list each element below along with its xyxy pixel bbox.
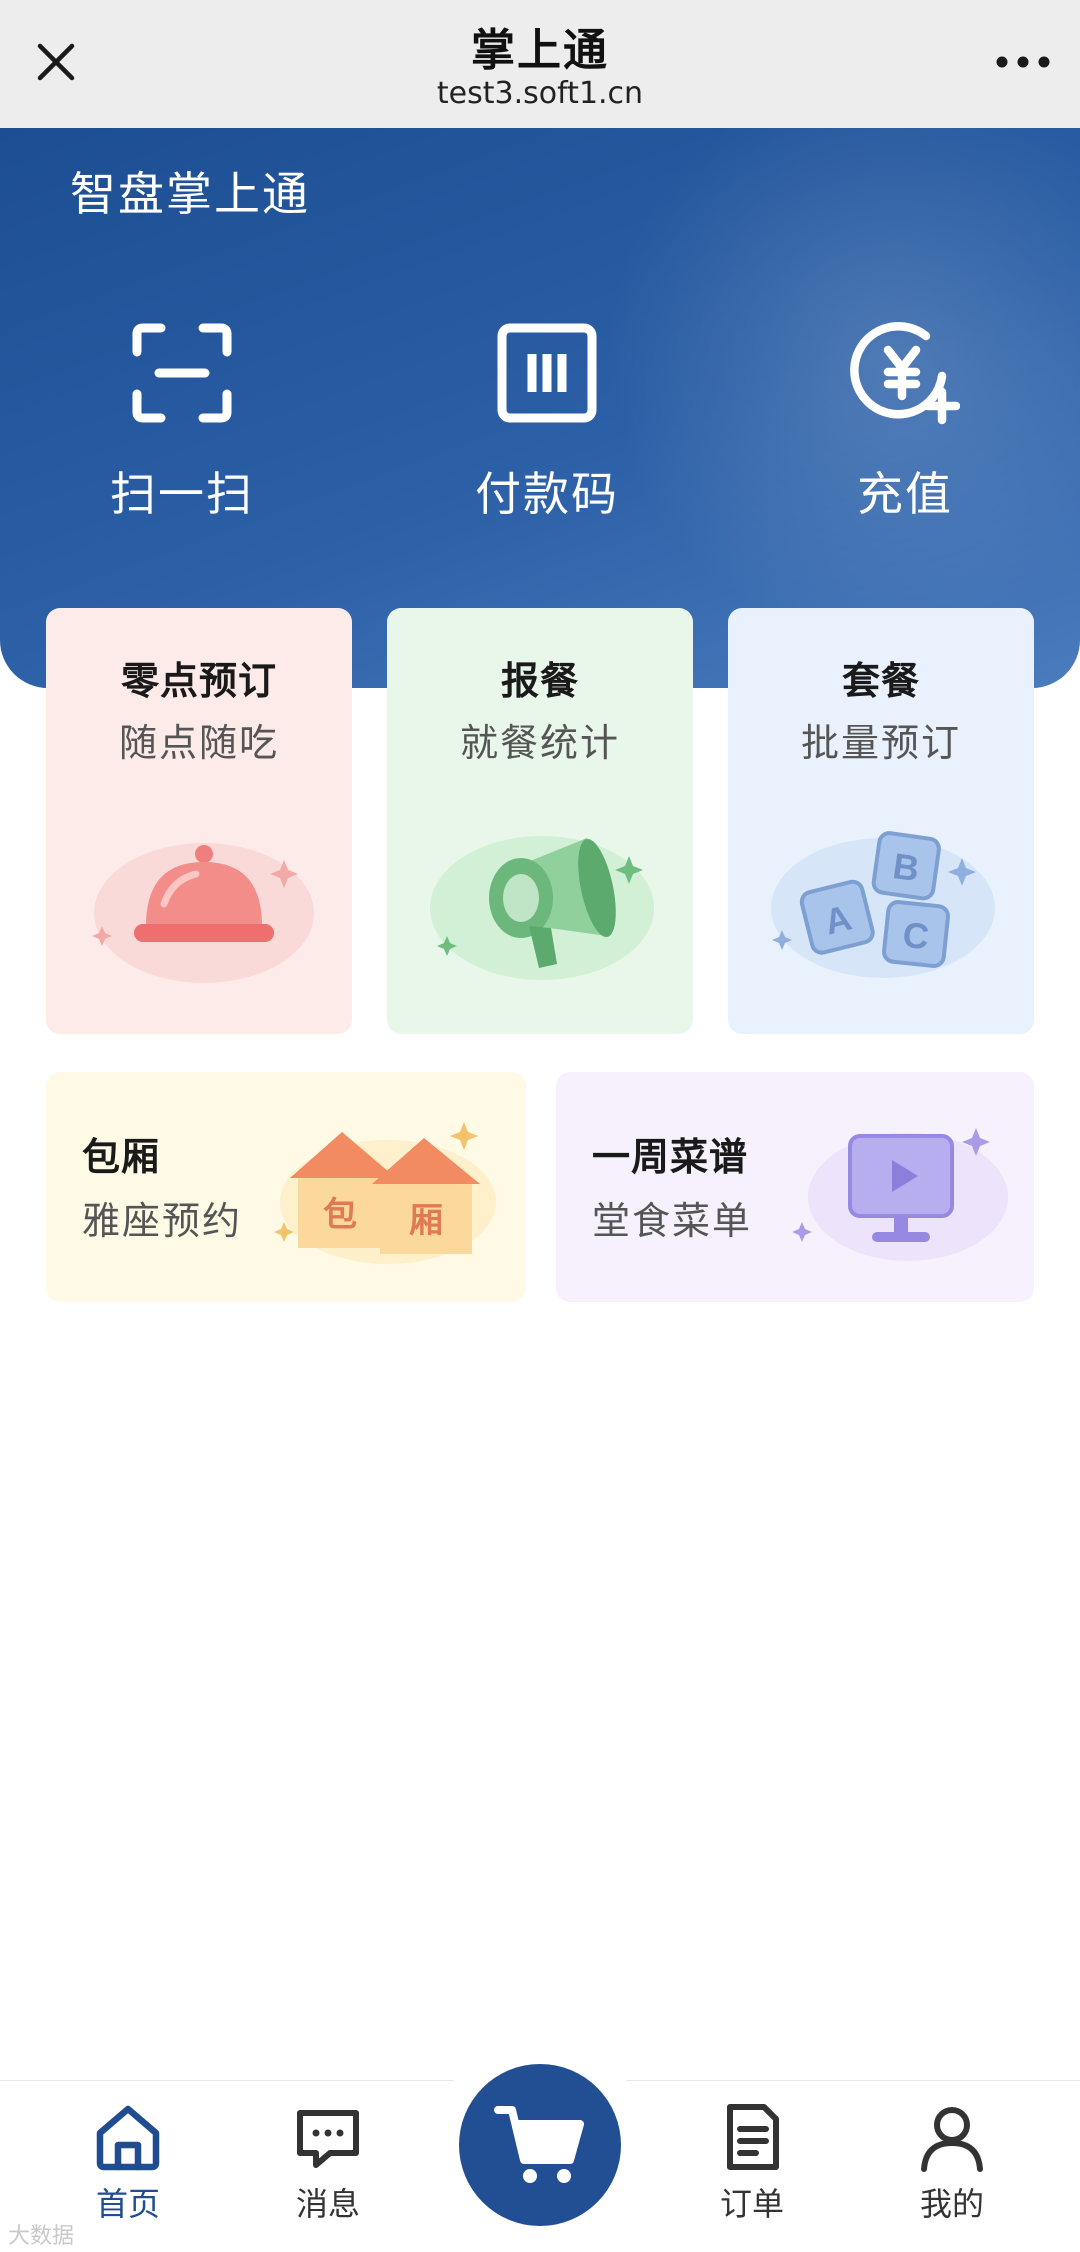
page-title: 掌上通 (471, 25, 609, 76)
scan-button[interactable]: 扫一扫 (62, 318, 302, 528)
card-subtitle: 随点随吃 (118, 721, 279, 765)
svg-text:C: C (901, 914, 931, 957)
payment-code-button[interactable]: 付款码 (427, 318, 667, 528)
shopping-cart-button[interactable] (459, 2064, 621, 2226)
room-sign-text: 厢 (409, 1201, 443, 1241)
card-title: 一周菜谱 (592, 1135, 749, 1179)
card-subtitle: 堂食菜单 (592, 1199, 753, 1243)
tab-home[interactable]: 首页 (58, 2101, 198, 2241)
menu-screen-icon (792, 1128, 1008, 1261)
recharge-label: 充值 (857, 467, 953, 521)
card-title: 包厢 (82, 1135, 161, 1179)
card-title: 报餐 (500, 659, 579, 703)
abc-blocks-icon: A B C (771, 831, 995, 978)
browser-top-bar: 掌上通 test3.soft1.cn (0, 0, 1080, 128)
user-icon (916, 2101, 988, 2173)
private-room-house-icon: 包 厢 (274, 1122, 496, 1264)
header-banner: 智盘掌上通 扫一扫 付款码 充值 (0, 128, 1080, 688)
tab-label: 订单 (719, 2185, 784, 2223)
card-subtitle: 批量预订 (800, 721, 961, 765)
megaphone-icon (430, 836, 654, 980)
shopping-cart-icon (494, 2106, 584, 2183)
card-subtitle: 雅座预约 (82, 1199, 243, 1243)
card-title: 零点预订 (120, 659, 277, 703)
app-name: 智盘掌上通 (70, 167, 310, 221)
card-set-meal[interactable]: 套餐 批量预订 A B C (728, 608, 1034, 1034)
payment-code-icon (492, 318, 602, 428)
message-icon (292, 2101, 364, 2173)
more-icon[interactable] (988, 30, 1058, 94)
tab-orders[interactable]: 订单 (682, 2101, 822, 2241)
tab-label: 我的 (919, 2185, 984, 2223)
recharge-button[interactable]: 充值 (785, 318, 1025, 528)
home-icon (92, 2101, 164, 2173)
scan-label: 扫一扫 (110, 467, 254, 521)
card-zero-order[interactable]: 零点预订 随点随吃 (46, 608, 352, 1034)
tab-messages[interactable]: 消息 (258, 2101, 398, 2241)
card-meal-report[interactable]: 报餐 就餐统计 (387, 608, 693, 1034)
order-icon (716, 2101, 788, 2173)
card-private-room[interactable]: 包厢 雅座预约 包 厢 (46, 1072, 526, 1302)
room-sign-text: 包 (323, 1195, 357, 1235)
scan-icon (127, 318, 237, 428)
card-subtitle: 就餐统计 (459, 721, 620, 765)
tab-label: 首页 (95, 2185, 160, 2223)
payment-code-label: 付款码 (475, 467, 619, 521)
recharge-yuan-icon (850, 318, 961, 428)
food-cloche-icon (92, 843, 314, 983)
page-url: test3.soft1.cn (436, 76, 644, 111)
watermark: 大数据 (8, 2224, 75, 2249)
card-title: 套餐 (841, 659, 920, 703)
card-weekly-menu[interactable]: 一周菜谱 堂食菜单 (556, 1072, 1034, 1302)
tab-mine[interactable]: 我的 (882, 2101, 1022, 2241)
tab-label: 消息 (295, 2185, 360, 2223)
